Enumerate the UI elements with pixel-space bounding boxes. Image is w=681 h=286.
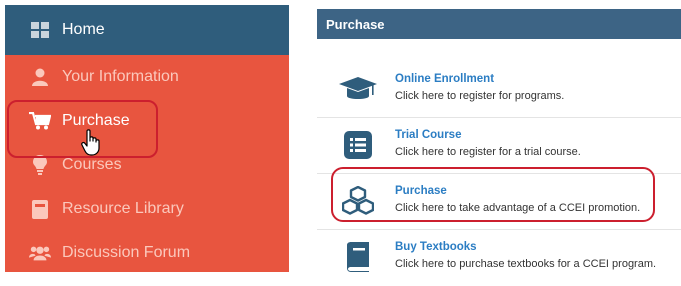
list-icon: [339, 129, 377, 161]
book-icon: [29, 199, 51, 219]
sidebar-item-label: Home: [62, 21, 105, 38]
panel-item-desc: Click here to register for programs.: [395, 90, 565, 102]
sidebar-item-label: Courses: [62, 156, 122, 173]
panel-item-title[interactable]: Online Enrollment: [395, 73, 494, 85]
sidebar-item-discussion-forum[interactable]: Discussion Forum: [5, 231, 289, 272]
user-icon: [29, 67, 51, 87]
sidebar-item-home[interactable]: Home: [5, 5, 289, 55]
panel-item-title[interactable]: Trial Course: [395, 129, 461, 141]
users-icon: [29, 243, 51, 263]
panel-item-online-enrollment[interactable]: Online Enrollment Click here to register…: [317, 61, 681, 118]
lightbulb-icon: [29, 155, 51, 175]
grid-icon: [29, 20, 51, 40]
panel-item-trial-course[interactable]: Trial Course Click here to register for …: [317, 117, 681, 174]
textbook-icon: [339, 241, 377, 273]
panel-title: Purchase: [317, 9, 681, 39]
sidebar-item-label: Discussion Forum: [62, 244, 191, 261]
sidebar-item-label: Your Information: [62, 68, 179, 85]
panel-item-desc: Click here to purchase textbooks for a C…: [395, 258, 657, 270]
sidebar-item-resource-library[interactable]: Resource Library: [5, 187, 289, 231]
purchase-highlight: [7, 100, 158, 158]
panel-item-title[interactable]: Buy Textbooks: [395, 241, 477, 253]
sidebar-item-label: Resource Library: [62, 200, 184, 217]
panel-item-buy-textbooks[interactable]: Buy Textbooks Click here to purchase tex…: [317, 229, 681, 286]
purchase-panel: Purchase Online Enrollment Click here to…: [317, 9, 681, 272]
purchase-item-highlight: [331, 167, 655, 222]
graduation-cap-icon: [339, 73, 377, 105]
panel-item-desc: Click here to register for a trial cours…: [395, 146, 581, 158]
sidebar-item-your-information[interactable]: Your Information: [5, 55, 289, 99]
